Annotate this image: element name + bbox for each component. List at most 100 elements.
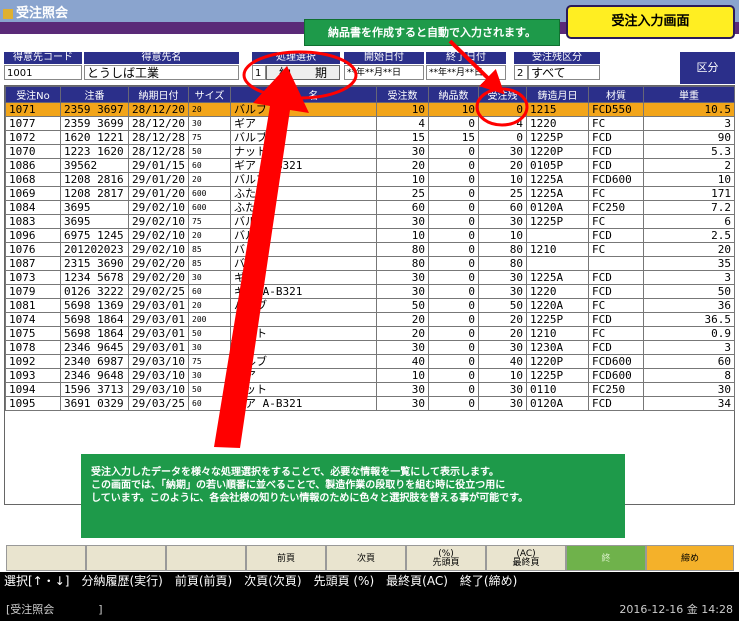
- function-key-4[interactable]: 前頁: [246, 545, 326, 571]
- table-row[interactable]: 1087 2315 3690 29/02/20 85 バルブ 80 0 80 35: [5, 256, 735, 271]
- function-key-2[interactable]: [86, 545, 166, 571]
- table-row[interactable]: 1077 2359 3699 28/12/20 30 ギア 4 0 4 1220 FC 3: [5, 116, 735, 131]
- table-row[interactable]: 1076 201202023 29/02/10 85 バルブ 80 0 80 1210 FC 20: [5, 242, 735, 257]
- table-cell: 1220P: [526, 144, 589, 159]
- table-cell: 1220A: [526, 298, 589, 313]
- table-cell: 2359 3699: [60, 116, 129, 131]
- function-key-8[interactable]: 終: [566, 545, 646, 571]
- table-row[interactable]: 1084 3695 29/02/10 600 ふた 60 0 60 0120A FC250 7.2: [5, 200, 735, 215]
- function-key-label: 締め: [680, 554, 699, 564]
- table-row[interactable]: 1068 1208 2816 29/01/20 20 バルブ 10 0 10 1225A FCD6…: [5, 172, 735, 187]
- table-cell: 30: [478, 214, 527, 229]
- app-title: 受注照会: [3, 2, 68, 21]
- table-row[interactable]: 1072 1620 1221 28/12/28 75 バルブ 15 15 0 1225P FCD 9…: [5, 130, 735, 145]
- table-cell: FCD600: [588, 354, 644, 369]
- table-cell: 29/01/20: [128, 172, 189, 187]
- table-row[interactable]: 1078 2346 9645 29/03/01 30 ギア 30 0 30 1230A FCD 3: [5, 340, 735, 355]
- table-row[interactable]: 1071 2359 3697 28/12/20 20 バルブ 10 10 0 1215 FCD55…: [5, 102, 735, 117]
- table-cell: 1077: [5, 116, 61, 131]
- table-row[interactable]: 1086 39562 29/01/15 60 ギア A-B321 20 0 20 0105P FC…: [5, 158, 735, 173]
- table-row[interactable]: 1093 2346 9648 29/03/10 30 ギア 10 0 10 1225P FCD60…: [5, 368, 735, 383]
- function-key-5[interactable]: 次頁: [326, 545, 406, 571]
- table-cell: FCD: [588, 270, 644, 285]
- table-cell: 1208 2816: [60, 172, 129, 187]
- function-key-9[interactable]: 締め: [646, 545, 734, 571]
- table-cell: 1086: [5, 158, 61, 173]
- table-cell: バルブ: [230, 130, 377, 145]
- table-cell: 35: [643, 256, 735, 271]
- table-cell: 10: [643, 172, 735, 187]
- table-cell: 10.5: [643, 102, 735, 117]
- process-no-field[interactable]: 1: [252, 65, 266, 80]
- customer-name-field[interactable]: とうしば工業: [84, 65, 239, 80]
- table-cell: バルブ: [230, 256, 377, 271]
- callout-line: しています。このように、各会社様の知りたい情報のために色々と選択肢を替える事が可…: [91, 493, 529, 504]
- table-cell: 0: [428, 396, 479, 411]
- table-cell: 7.2: [643, 200, 735, 215]
- table-cell: 2: [643, 158, 735, 173]
- table-cell: 50: [188, 326, 231, 341]
- table-cell: 3695: [60, 214, 129, 229]
- table-cell: 1073: [5, 270, 61, 285]
- table-row[interactable]: 1069 1208 2817 29/01/20 600 ふた 25 0 25 1225A FC 17…: [5, 186, 735, 201]
- function-key-3[interactable]: [166, 545, 246, 571]
- table-cell: FC: [588, 116, 644, 131]
- table-cell: 25: [478, 186, 527, 201]
- filter-panel: 得意先コード 1001 得意先名 とうしば工業 処理選択 1 納 期 開始日付 …: [4, 52, 735, 84]
- table-cell: 1225P: [526, 214, 589, 229]
- function-key-7[interactable]: (AC) 最終頁: [486, 545, 566, 571]
- table-row[interactable]: 1083 3695 29/02/10 75 バルブ 30 0 30 1225P FC 6: [5, 214, 735, 229]
- table-cell: 60: [188, 284, 231, 299]
- table-cell: 0126 3222: [60, 284, 129, 299]
- table-cell: 30: [376, 270, 429, 285]
- table-cell: 1225P: [526, 312, 589, 327]
- table-cell: 90: [643, 130, 735, 145]
- table-row[interactable]: 1095 3691 0329 29/03/25 60 ギア A-B321 30 0 30 012…: [5, 396, 735, 411]
- table-cell: 29/03/10: [128, 354, 189, 369]
- table-row[interactable]: 1079 0126 3222 29/02/25 60 ギア A-B321 30 0 30 122…: [5, 284, 735, 299]
- table-cell: バルブ: [230, 102, 377, 117]
- table-cell: 1071: [5, 102, 61, 117]
- table-cell: 10: [376, 368, 429, 383]
- function-key-1[interactable]: [6, 545, 86, 571]
- table-row[interactable]: 1075 5698 1864 29/03/01 50 ナット 20 0 20 1210 FC 0.9: [5, 326, 735, 341]
- process-select-button[interactable]: 納 期: [266, 65, 340, 80]
- table-row[interactable]: 1070 1223 1620 28/12/28 50 ナット 30 0 30 1220P FCD 5…: [5, 144, 735, 159]
- order-status-no-field[interactable]: 2: [514, 65, 528, 80]
- table-row[interactable]: 1081 5698 1369 29/03/01 20 バルブ 50 0 50 1220A FC 36: [5, 298, 735, 313]
- end-date-field[interactable]: **年**月**日: [426, 65, 506, 80]
- customer-code-field[interactable]: 1001: [4, 65, 82, 80]
- table-cell: 10: [478, 172, 527, 187]
- table-cell: 3691 0329: [60, 396, 129, 411]
- column-header: 受注No: [5, 86, 61, 103]
- table-cell: 4: [376, 116, 429, 131]
- table-cell: 1081: [5, 298, 61, 313]
- bottom-callout: 受注入力したデータを様々な処理選択をすることで、必要な情報を一覧にして表示します…: [81, 454, 625, 538]
- start-date-field[interactable]: **年**月**日: [344, 65, 424, 80]
- status-bar: [受注照会 ] 2016-12-16 金 14:28: [0, 598, 739, 621]
- table-cell: 20: [643, 242, 735, 257]
- table-cell: 60: [478, 200, 527, 215]
- table-row[interactable]: 1073 1234 5678 29/02/20 30 ギア 30 0 30 1225A FCD 3: [5, 270, 735, 285]
- table-cell: 3: [643, 116, 735, 131]
- table-cell: 80: [478, 242, 527, 257]
- table-cell: 80: [376, 256, 429, 271]
- function-key-6[interactable]: (%) 先頭頁: [406, 545, 486, 571]
- table-cell: 1069: [5, 186, 61, 201]
- table-row[interactable]: 1092 2340 6987 29/03/10 75 バルブ 40 0 40 1220P FCD6…: [5, 354, 735, 369]
- table-cell: 1075: [5, 326, 61, 341]
- order-status-field[interactable]: すべて: [528, 65, 600, 80]
- table-row[interactable]: 1074 5698 1864 29/03/01 200 ふた 20 0 20 1225P FCD 3…: [5, 312, 735, 327]
- table-cell: 30: [376, 214, 429, 229]
- table-cell: 29/03/10: [128, 368, 189, 383]
- table-cell: FCD: [588, 396, 644, 411]
- table-cell: 1096: [5, 228, 61, 243]
- table-cell: ギア: [230, 368, 377, 383]
- table-cell: 34: [643, 396, 735, 411]
- table-row[interactable]: 1094 1596 3713 29/03/10 50 ナット 30 0 30 0110 FC250…: [5, 382, 735, 397]
- orders-table-panel: 受注No 注番 納期日付 サイズ品 名受注数 納品数 受注残 鋳造月日 材質 単重 1071 23…: [4, 85, 735, 505]
- table-cell: 30: [478, 144, 527, 159]
- table-cell: 0: [428, 298, 479, 313]
- table-cell: 85: [188, 256, 231, 271]
- table-row[interactable]: 1096 6975 1245 29/02/10 20 バルブ 10 0 10 FCD 2.5: [5, 228, 735, 243]
